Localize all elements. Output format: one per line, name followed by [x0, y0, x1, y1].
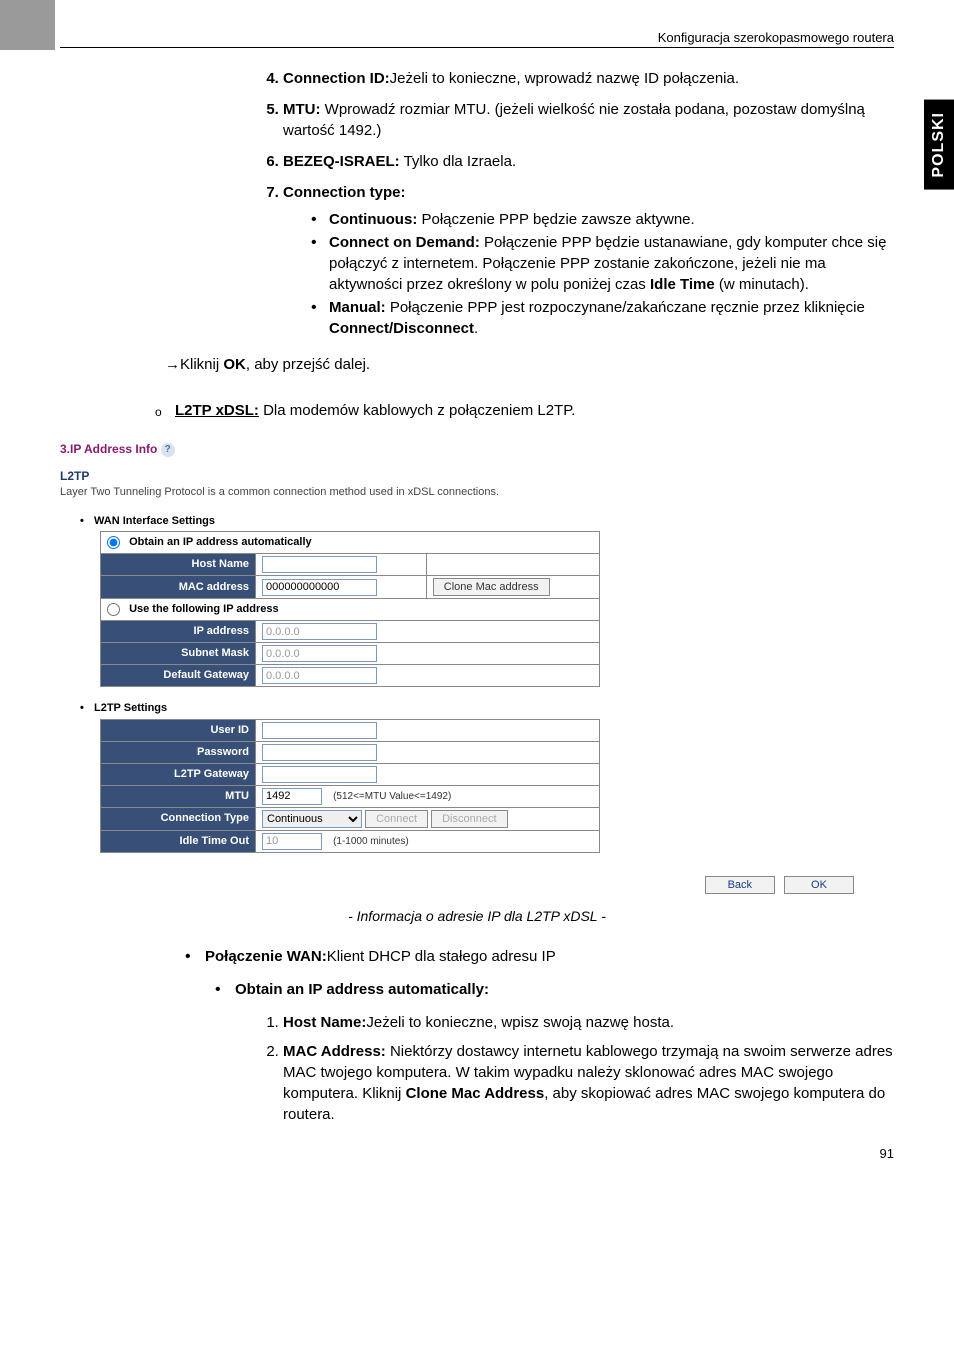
numbered-list-top: Connection ID:Jeżeli to konieczne, wprow…	[255, 68, 894, 339]
sc-section-title: 3.IP Address Info ?	[60, 441, 894, 458]
arrow-prefix: →Kliknij	[165, 356, 223, 373]
screenshot-caption: - Informacja o adresie IP dla L2TP xDSL …	[60, 907, 894, 927]
language-tab: POLSKI	[924, 100, 954, 190]
ct-bold: Connect/Disconnect	[329, 320, 474, 337]
connection-type-list: Continuous: Połączenie PPP będzie zawsze…	[311, 209, 894, 339]
page-number: 91	[60, 1145, 894, 1163]
row-label: MTU	[101, 785, 256, 807]
bottom-buttons: Back OK	[60, 873, 854, 894]
arrow-suffix: , aby przejść dalej.	[246, 356, 370, 373]
arrow-bold: OK	[223, 356, 246, 373]
table-row: MTU (512<=MTU Value<=1492)	[101, 785, 600, 807]
obtain-label: Obtain an IP address automatically:	[235, 981, 489, 998]
item-label: Connection ID:	[283, 70, 390, 87]
password-input[interactable]	[262, 744, 377, 761]
obtain-ip-line: Obtain an IP address automatically:	[215, 979, 894, 1000]
item-bold: Clone Mac Address	[406, 1085, 545, 1102]
l2tp-table: User ID Password L2TP Gateway MTU (512<=…	[100, 719, 600, 853]
idle-note: (1-1000 minutes)	[333, 836, 409, 847]
wan-label: Połączenie WAN:	[205, 948, 327, 965]
l2tp-title: L2TP xDSL:	[175, 402, 259, 419]
mtu-input[interactable]	[262, 788, 322, 805]
table-row: MAC address Clone Mac address	[101, 576, 600, 599]
radio-obtain-auto[interactable]	[107, 536, 120, 549]
radio-obtain-label: Obtain an IP address automatically	[129, 536, 312, 548]
row-label: Subnet Mask	[101, 643, 256, 665]
table-row: L2TP Gateway	[101, 763, 600, 785]
ct-label: Continuous:	[329, 211, 417, 228]
sc-protocol-desc: Layer Two Tunneling Protocol is a common…	[60, 485, 894, 500]
wan-auto-table: Obtain an IP address automatically Host …	[100, 531, 600, 687]
table-row: Subnet Mask	[101, 643, 600, 665]
item-text: Jeżeli to konieczne, wpisz swoją nazwę h…	[366, 1014, 674, 1031]
row-label: Host Name	[101, 554, 256, 576]
item-label: Host Name:	[283, 1014, 366, 1031]
row-label: Default Gateway	[101, 665, 256, 687]
ct-tail: .	[474, 320, 478, 337]
clone-mac-button[interactable]: Clone Mac address	[433, 578, 550, 596]
row-label: IP address	[101, 621, 256, 643]
radio-following-label: Use the following IP address	[129, 603, 279, 615]
ct-tail: (w minutach).	[715, 276, 809, 293]
table-row: Idle Time Out (1-1000 minutes)	[101, 830, 600, 852]
ip-address-input	[262, 623, 377, 640]
row-label: L2TP Gateway	[101, 763, 256, 785]
l2tp-settings-label: L2TP Settings	[80, 701, 894, 716]
help-icon[interactable]: ?	[161, 443, 175, 457]
embedded-screenshot: 3.IP Address Info ? L2TP Layer Two Tunne…	[60, 436, 894, 899]
item-label: MAC Address:	[283, 1043, 386, 1060]
ct-label: Connect on Demand:	[329, 234, 480, 251]
item-label: Connection type:	[283, 184, 406, 201]
wan-interface-label: WAN Interface Settings	[80, 514, 894, 529]
subnet-mask-input	[262, 645, 377, 662]
disconnect-button: Disconnect	[431, 810, 507, 828]
table-row: Default Gateway	[101, 665, 600, 687]
item-label: MTU:	[283, 101, 321, 118]
row-label: User ID	[101, 719, 256, 741]
table-row: Connection Type Continuous Connect Disco…	[101, 807, 600, 830]
connection-type-select[interactable]: Continuous	[262, 810, 362, 828]
idle-timeout-input	[262, 833, 322, 850]
row-label: Password	[101, 741, 256, 763]
mac-address-input[interactable]	[262, 579, 377, 596]
item-text: Tylko dla Izraela.	[400, 153, 516, 170]
arrow-instruction: →Kliknij OK, aby przejść dalej.	[165, 354, 894, 375]
sc-section-title-text: 3.IP Address Info	[60, 442, 157, 456]
ct-bold: Idle Time	[650, 276, 715, 293]
back-button[interactable]: Back	[705, 876, 775, 894]
sc-protocol: L2TP	[60, 468, 894, 485]
row-label: Connection Type	[101, 807, 256, 830]
user-id-input[interactable]	[262, 722, 377, 739]
ct-text: Połączenie PPP jest rozpoczynane/zakańcz…	[386, 299, 865, 316]
row-label: MAC address	[101, 576, 256, 599]
default-gateway-input	[262, 667, 377, 684]
ct-text: Połączenie PPP będzie zawsze aktywne.	[417, 211, 694, 228]
page-header: Konfiguracja szerokopasmowego routera	[60, 30, 894, 48]
host-name-input[interactable]	[262, 556, 377, 573]
wan-text: Klient DHCP dla stałego adresu IP	[327, 948, 556, 965]
table-row: User ID	[101, 719, 600, 741]
ok-button[interactable]: OK	[784, 876, 854, 894]
table-row: IP address	[101, 621, 600, 643]
page-content: Konfiguracja szerokopasmowego routera PO…	[0, 0, 954, 1194]
item-label: BEZEQ-ISRAEL:	[283, 153, 400, 170]
item-text: Wprowadź rozmiar MTU. (jeżeli wielkość n…	[283, 101, 865, 139]
wan-connection-line: Połączenie WAN:Klient DHCP dla stałego a…	[185, 946, 894, 967]
table-row: Host Name	[101, 554, 600, 576]
numbered-list-bottom: Host Name:Jeżeli to konieczne, wpisz swo…	[255, 1012, 894, 1125]
ct-label: Manual:	[329, 299, 386, 316]
mtu-note: (512<=MTU Value<=1492)	[333, 791, 451, 802]
l2tp-desc: Dla modemów kablowych z połączeniem L2TP…	[259, 402, 576, 419]
table-row: Password	[101, 741, 600, 763]
connect-button: Connect	[365, 810, 428, 828]
radio-use-following[interactable]	[107, 603, 120, 616]
item-text: Jeżeli to konieczne, wprowadź nazwę ID p…	[390, 70, 739, 87]
l2tp-heading: L2TP xDSL: Dla modemów kablowych z połąc…	[155, 400, 894, 421]
row-label: Idle Time Out	[101, 830, 256, 852]
l2tp-gateway-input[interactable]	[262, 766, 377, 783]
